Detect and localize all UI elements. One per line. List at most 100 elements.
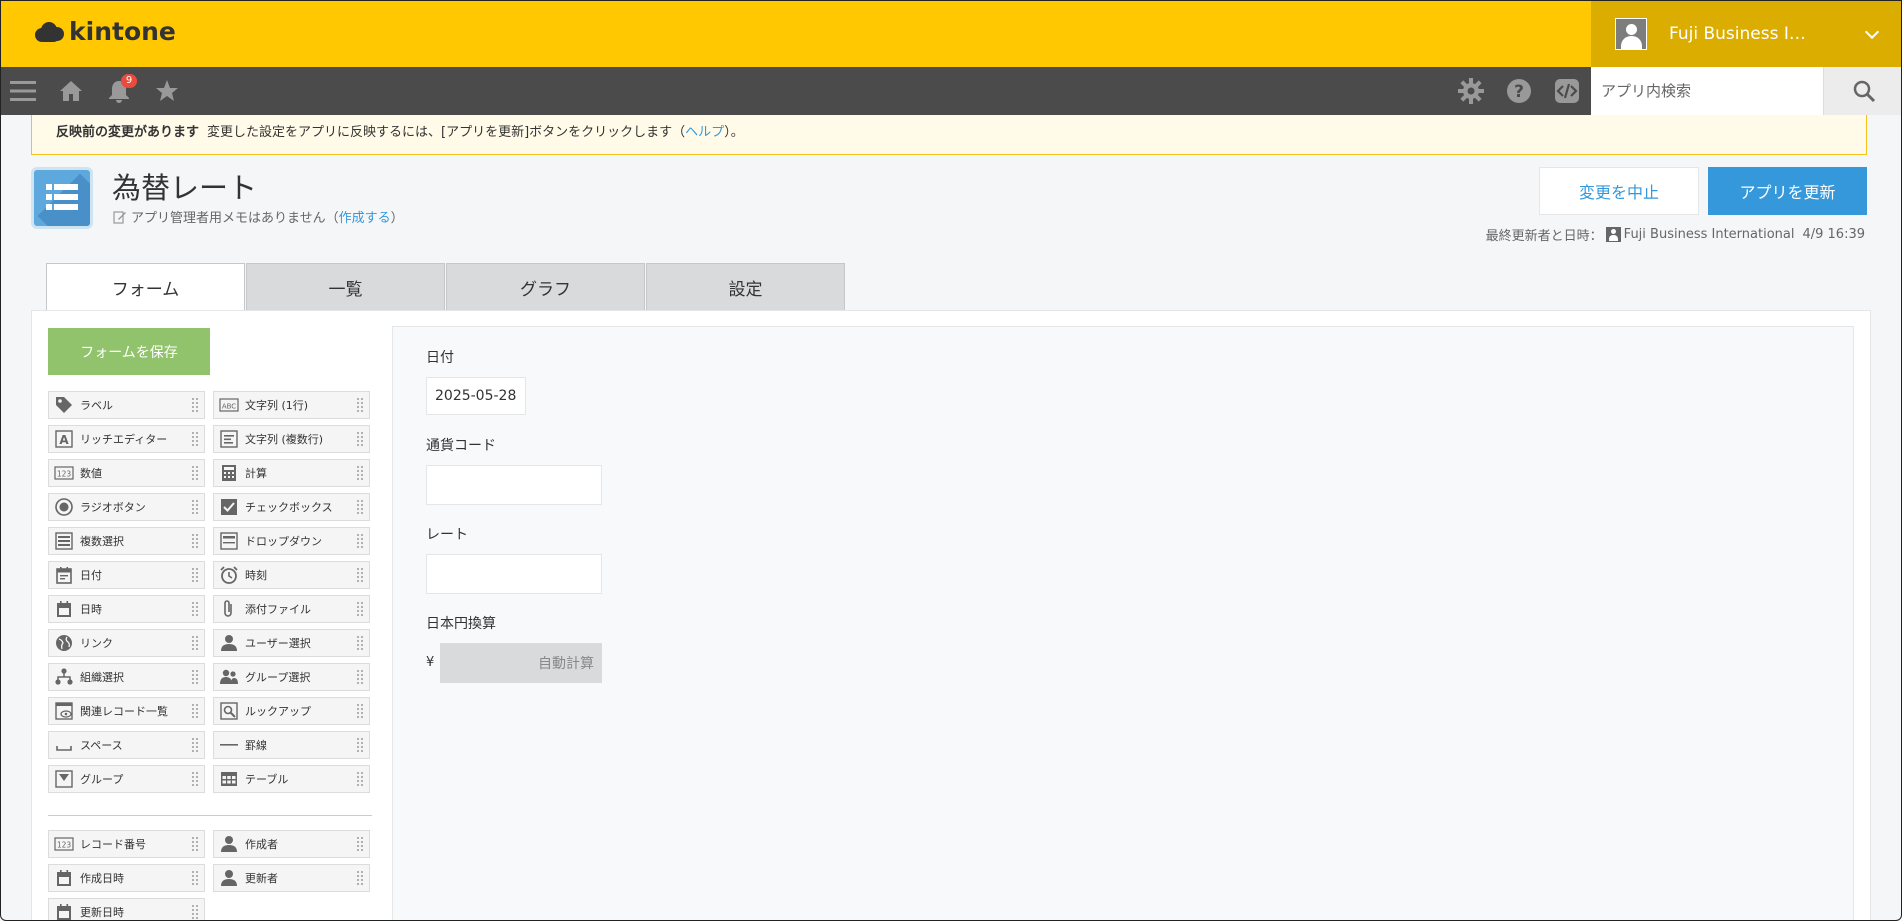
palette-item[interactable]: チェックボックス <box>213 493 370 521</box>
drag-handle-icon[interactable] <box>356 431 364 448</box>
app-search <box>1591 67 1901 115</box>
palette-item-label: 文字列 (1行) <box>245 399 309 412</box>
yen-prefix: ¥ <box>426 655 435 670</box>
drag-handle-icon[interactable] <box>191 904 199 920</box>
palette-item[interactable]: ユーザー選択 <box>213 629 370 657</box>
search-input[interactable] <box>1591 67 1823 115</box>
palette-item[interactable]: 123 レコード番号 <box>48 830 205 858</box>
drag-handle-icon[interactable] <box>191 836 199 853</box>
user-name: Fuji Business I… <box>1669 24 1806 44</box>
notice-text: 変更した設定をアプリに反映するには、[アプリを更新]ボタンをクリックします（ <box>207 125 686 140</box>
drag-handle-icon[interactable] <box>191 397 199 414</box>
drag-handle-icon[interactable] <box>191 465 199 482</box>
palette-item[interactable]: 日時 <box>48 595 205 623</box>
palette-item[interactable]: 更新者 <box>213 864 370 892</box>
drag-handle-icon[interactable] <box>191 567 199 584</box>
drag-handle-icon[interactable] <box>191 771 199 788</box>
jpy-calc-field[interactable]: 自動計算 <box>440 643 602 683</box>
search-button[interactable] <box>1823 67 1901 115</box>
home-icon[interactable] <box>57 77 85 105</box>
drag-handle-icon[interactable] <box>356 836 364 853</box>
palette-item[interactable]: 日付 <box>48 561 205 589</box>
help-icon[interactable]: ? <box>1505 77 1533 105</box>
tab-form[interactable]: フォーム <box>46 263 245 311</box>
drag-handle-icon[interactable] <box>356 703 364 720</box>
multiline-icon <box>219 429 239 449</box>
number-icon: 123 <box>54 834 74 854</box>
palette-item[interactable]: ドロップダウン <box>213 527 370 555</box>
drag-handle-icon[interactable] <box>356 567 364 584</box>
drag-handle-icon[interactable] <box>356 737 364 754</box>
drag-handle-icon[interactable] <box>191 737 199 754</box>
currency-code-field[interactable] <box>426 465 602 505</box>
palette-item[interactable]: 文字列 (複数行) <box>213 425 370 453</box>
palette-item[interactable]: グループ選択 <box>213 663 370 691</box>
kintone-logo[interactable]: kintone <box>33 17 176 46</box>
help-link[interactable]: ヘルプ <box>685 125 724 140</box>
palette-item[interactable]: テーブル <box>213 765 370 793</box>
radio-icon <box>54 497 74 517</box>
palette-item[interactable]: 複数選択 <box>48 527 205 555</box>
drag-handle-icon[interactable] <box>191 669 199 686</box>
drag-handle-icon[interactable] <box>191 601 199 618</box>
drag-handle-icon[interactable] <box>356 870 364 887</box>
page-title: 為替レート <box>112 171 258 205</box>
palette-item[interactable]: 添付ファイル <box>213 595 370 623</box>
palette-item[interactable]: 更新日時 <box>48 898 205 920</box>
drag-handle-icon[interactable] <box>356 669 364 686</box>
drag-handle-icon[interactable] <box>191 431 199 448</box>
menu-icon[interactable] <box>9 77 37 105</box>
palette-item[interactable]: 作成日時 <box>48 864 205 892</box>
drag-handle-icon[interactable] <box>191 635 199 652</box>
cancel-changes-button[interactable]: 変更を中止 <box>1539 167 1699 215</box>
gear-icon[interactable] <box>1457 77 1485 105</box>
save-form-button[interactable]: フォームを保存 <box>48 328 210 375</box>
drag-handle-icon[interactable] <box>356 601 364 618</box>
star-icon[interactable] <box>153 77 181 105</box>
palette-item-label: スペース <box>80 739 123 752</box>
tab-settings[interactable]: 設定 <box>646 263 845 311</box>
palette-item-label: ラジオボタン <box>80 501 146 514</box>
palette-item[interactable]: ルックアップ <box>213 697 370 725</box>
org-icon <box>54 667 74 687</box>
create-memo-link[interactable]: 作成する <box>339 207 391 226</box>
user-menu[interactable]: Fuji Business I… <box>1591 1 1901 67</box>
drag-handle-icon[interactable] <box>356 499 364 516</box>
palette-item[interactable]: ラベル <box>48 391 205 419</box>
user-icon <box>1605 227 1621 242</box>
drag-handle-icon[interactable] <box>356 635 364 652</box>
palette-item[interactable]: 関連レコード一覧 <box>48 697 205 725</box>
palette-item[interactable]: 作成者 <box>213 830 370 858</box>
bell-icon[interactable]: 9 <box>105 74 137 105</box>
tab-graph[interactable]: グラフ <box>446 263 645 311</box>
palette-item[interactable]: 計算 <box>213 459 370 487</box>
last-updated-user[interactable]: Fuji Business International <box>1624 227 1795 242</box>
drag-handle-icon[interactable] <box>191 499 199 516</box>
drag-handle-icon[interactable] <box>356 533 364 550</box>
tab-list[interactable]: 一覧 <box>246 263 445 311</box>
update-app-button[interactable]: アプリを更新 <box>1708 167 1867 215</box>
palette-item[interactable]: リンク <box>48 629 205 657</box>
palette-item[interactable]: 123 数値 <box>48 459 205 487</box>
palette-item-label: 作成者 <box>245 838 278 851</box>
drag-handle-icon[interactable] <box>191 533 199 550</box>
palette-item-label: グループ選択 <box>245 671 311 684</box>
palette-item[interactable]: ABC 文字列 (1行) <box>213 391 370 419</box>
rate-field[interactable] <box>426 554 602 594</box>
code-icon[interactable] <box>1553 77 1581 105</box>
palette-item[interactable]: スペース <box>48 731 205 759</box>
palette-item[interactable]: 組織選択 <box>48 663 205 691</box>
palette-item[interactable]: ラジオボタン <box>48 493 205 521</box>
drag-handle-icon[interactable] <box>356 465 364 482</box>
top-header: kintone Fuji Business I… <box>1 1 1901 67</box>
drag-handle-icon[interactable] <box>191 703 199 720</box>
date-field[interactable]: 2025-05-28 <box>426 377 526 415</box>
drag-handle-icon[interactable] <box>191 870 199 887</box>
drag-handle-icon[interactable] <box>356 771 364 788</box>
drag-handle-icon[interactable] <box>356 397 364 414</box>
palette-item[interactable]: 罫線 <box>213 731 370 759</box>
svg-text:123: 123 <box>57 841 72 850</box>
palette-item[interactable]: A リッチエディター <box>48 425 205 453</box>
palette-item[interactable]: 時刻 <box>213 561 370 589</box>
palette-item[interactable]: グループ <box>48 765 205 793</box>
